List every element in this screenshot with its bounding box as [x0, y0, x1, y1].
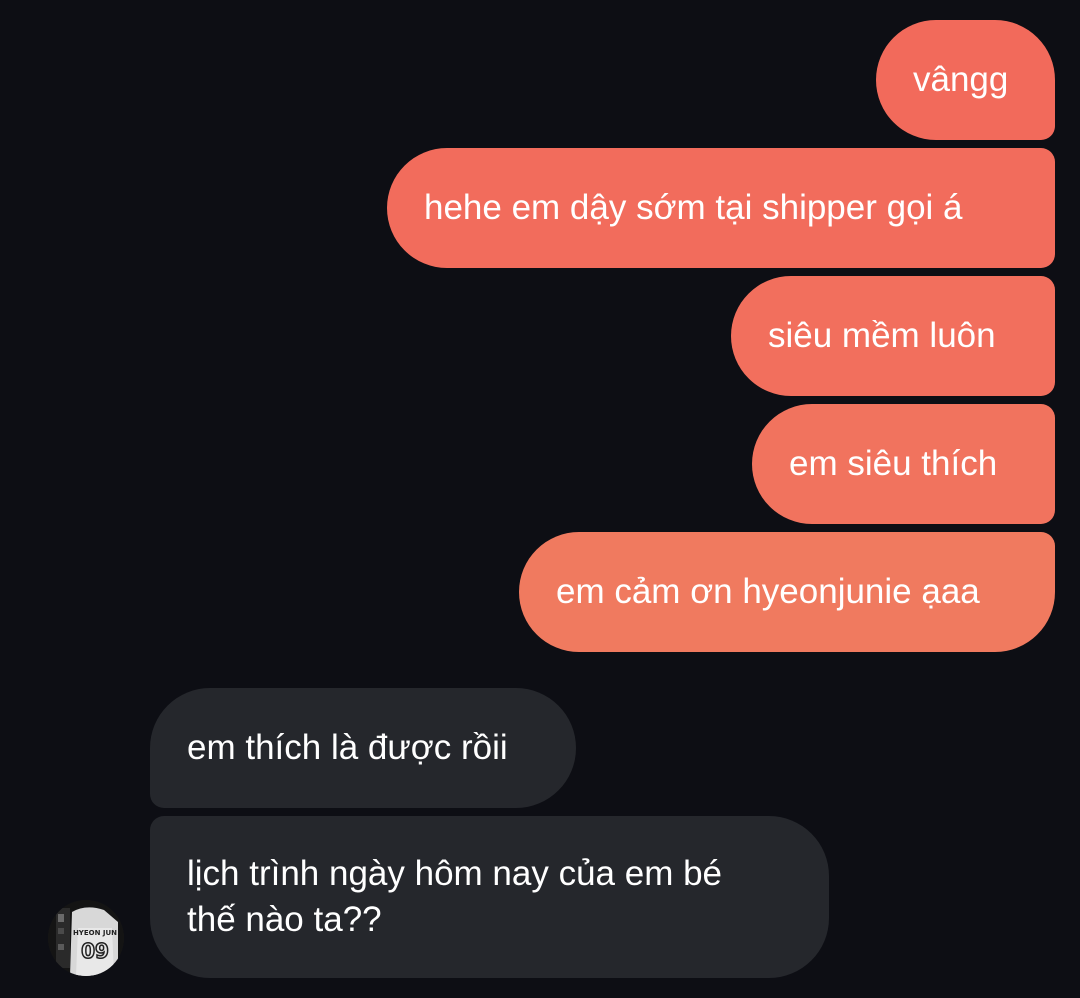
avatar-image: HYEON JUN 09 — [48, 900, 124, 976]
outgoing-message[interactable]: vângg — [876, 20, 1055, 140]
avatar-jersey-number: 09 — [81, 939, 109, 963]
avatar-jersey-name: HYEON JUN — [73, 929, 117, 937]
message-text: vângg — [913, 60, 1009, 99]
outgoing-message[interactable]: hehe em dậy sớm tại shipper gọi á — [387, 148, 1055, 268]
outgoing-message[interactable]: siêu mềm luôn — [731, 276, 1055, 396]
outgoing-message[interactable]: em cảm ơn hyeonjunie ạaa — [519, 532, 1055, 652]
incoming-message[interactable]: lịch trình ngày hôm nay của em bé thế nà… — [150, 816, 829, 978]
message-text: em thích là được rồii — [187, 728, 508, 767]
avatar[interactable]: HYEON JUN 09 — [48, 900, 124, 976]
message-text: em siêu thích — [789, 444, 998, 483]
message-text: thế nào ta?? — [187, 900, 382, 939]
outgoing-message[interactable]: em siêu thích — [752, 404, 1055, 524]
message-text: lịch trình ngày hôm nay của em bé — [187, 854, 723, 893]
message-text: em cảm ơn hyeonjunie ạaa — [556, 572, 980, 611]
message-text: hehe em dậy sớm tại shipper gọi á — [424, 188, 963, 227]
message-text: siêu mềm luôn — [768, 316, 996, 355]
incoming-message[interactable]: em thích là được rồii — [150, 688, 576, 808]
